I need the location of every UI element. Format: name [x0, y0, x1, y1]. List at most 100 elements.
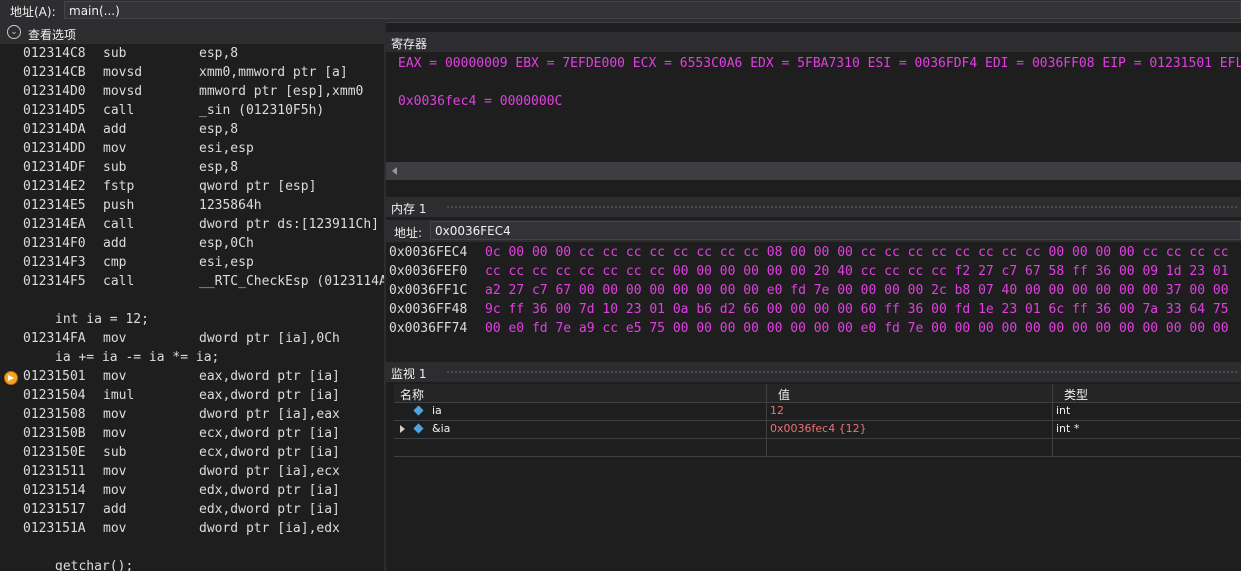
disassembly-line[interactable]: 01231508 mov dword ptr [ia],eax [0, 407, 384, 426]
watch-empty-row[interactable] [394, 439, 1241, 457]
disassembly-line[interactable]: 0123151A mov dword ptr [ia],edx [0, 521, 384, 540]
memory-title-bar[interactable]: 内存 1 [386, 197, 1241, 217]
disassembly-line[interactable]: 01231514 mov edx,dword ptr [ia] [0, 483, 384, 502]
instruction-address: 01231504 [23, 388, 86, 403]
instruction-operands: ecx,dword ptr [ia] [199, 445, 340, 460]
instruction-operands: esi,esp [199, 255, 254, 270]
watch-name[interactable]: &ia [432, 422, 450, 435]
memory-row-address: 0x0036FEF0 [389, 264, 468, 279]
chevron-down-icon[interactable]: ⌄ [7, 25, 21, 39]
instruction-operands: 1235864h [199, 198, 262, 213]
instruction-address: 0123150E [23, 445, 86, 460]
registers-line: EAX = 00000009 EBX = 7EFDE000 ECX = 6553… [398, 56, 1241, 71]
disassembly-line[interactable]: 012314E5 push 1235864h [0, 198, 384, 217]
instruction-operands: edx,dword ptr [ia] [199, 483, 340, 498]
disassembly-line[interactable]: 01231511 mov dword ptr [ia],ecx [0, 464, 384, 483]
memory-address-label: 地址: [394, 226, 423, 240]
memory-address-input[interactable]: 0x0036FEC4 [430, 221, 1241, 240]
disassembly-line[interactable]: 012314CB movsd xmm0,mmword ptr [a] [0, 65, 384, 84]
scroll-left-icon[interactable] [392, 167, 397, 175]
instruction-address: 012314DD [23, 141, 86, 156]
instruction-operands: eax,dword ptr [ia] [199, 369, 340, 384]
address-combo[interactable]: main(...) [64, 1, 1241, 19]
instruction-mnemonic: sub [103, 46, 127, 61]
header-name[interactable]: 名称 [400, 386, 424, 403]
instruction-mnemonic: sub [103, 445, 127, 460]
memory-row-bytes[interactable]: 00 e0 fd 7e a9 cc e5 75 00 00 00 00 00 0… [485, 321, 1229, 336]
instruction-mnemonic: mov [103, 464, 127, 479]
column-divider[interactable] [766, 384, 767, 456]
address-bar: 地址(A): main(...) [0, 0, 1241, 23]
disassembly-line[interactable]: 012314DF sub esp,8 [0, 160, 384, 179]
instruction-operands: edx,dword ptr [ia] [199, 502, 340, 517]
watch-title-bar[interactable]: 监视 1 [386, 362, 1241, 382]
watch-row[interactable]: ia 12 int [394, 403, 1241, 421]
disassembly-line[interactable]: 012314C8 sub esp,8 [0, 46, 384, 65]
watch-title: 监视 1 [391, 367, 427, 381]
registers-title-bar[interactable]: 寄存器 [386, 32, 1241, 52]
disassembly-line[interactable]: 012314D5 call _sin (012310F5h) [0, 103, 384, 122]
memory-row-bytes[interactable]: a2 27 c7 67 00 00 00 00 00 00 00 00 e0 f… [485, 283, 1229, 298]
instruction-address: 012314D0 [23, 84, 86, 99]
disassembly-line[interactable]: 012314EA call dword ptr ds:[123911Ch] [0, 217, 384, 236]
disassembly-line[interactable]: 0123150E sub ecx,dword ptr [ia] [0, 445, 384, 464]
source-line[interactable]: ia += ia -= ia *= ia; [0, 350, 384, 369]
disassembly-line[interactable]: 012314DA add esp,8 [0, 122, 384, 141]
disassembly-line[interactable]: 012314E2 fstp qword ptr [esp] [0, 179, 384, 198]
disassembly-view[interactable]: 012314C8 sub esp,8 012314CB movsd xmm0,mmword… [0, 44, 384, 571]
disassembly-line[interactable]: 01231501 mov eax,dword ptr [ia] [0, 369, 384, 388]
source-line[interactable] [0, 540, 384, 559]
instruction-operands: esi,esp [199, 141, 254, 156]
instruction-address: 01231508 [23, 407, 86, 422]
instruction-operands: esp,0Ch [199, 236, 254, 251]
instruction-address: 01231511 [23, 464, 86, 479]
source-line[interactable]: getchar(); [0, 559, 384, 571]
column-divider[interactable] [1052, 384, 1053, 456]
source-line[interactable] [0, 293, 384, 312]
instruction-mnemonic: fstp [103, 179, 135, 194]
watch-panel: 监视 1 名称 值 类型 ia 12 int &ia 0x0036fec4 {12} in… [386, 362, 1241, 571]
instruction-mnemonic: movsd [103, 65, 143, 80]
memory-row-address: 0x0036FF1C [389, 283, 468, 298]
instruction-address: 012314E2 [23, 179, 86, 194]
instruction-address: 012314FA [23, 331, 86, 346]
source-text: int ia = 12; [55, 312, 149, 327]
disassembly-line[interactable]: 012314F0 add esp,0Ch [0, 236, 384, 255]
instruction-address: 012314EA [23, 217, 86, 232]
watch-value[interactable]: 0x0036fec4 {12} [770, 422, 867, 435]
title-grip [446, 205, 1237, 209]
disassembly-line[interactable]: 012314DD mov esi,esp [0, 141, 384, 160]
instruction-operands: eax,dword ptr [ia] [199, 388, 340, 403]
instruction-operands: esp,8 [199, 46, 239, 61]
disassembly-line[interactable]: 012314FA mov dword ptr [ia],0Ch [0, 331, 384, 350]
disassembly-line[interactable]: 012314F5 call __RTC_CheckEsp (0123114A [0, 274, 384, 293]
disassembly-line[interactable]: 01231517 add edx,dword ptr [ia] [0, 502, 384, 521]
instruction-mnemonic: mov [103, 407, 127, 422]
instruction-operands: esp,8 [199, 160, 239, 175]
disassembly-line[interactable]: 012314D0 movsd mmword ptr [esp],xmm0 [0, 84, 384, 103]
memory-row-bytes[interactable]: cc cc cc cc cc cc cc cc 00 00 00 00 00 0… [485, 264, 1229, 279]
header-value[interactable]: 值 [778, 386, 790, 403]
view-options-bar[interactable]: ⌄ 查看选项 [0, 22, 384, 44]
watch-type: int [1056, 404, 1071, 417]
memory-row-bytes[interactable]: 0c 00 00 00 cc cc cc cc cc cc cc cc 08 0… [485, 245, 1229, 260]
source-line[interactable]: int ia = 12; [0, 312, 384, 331]
source-text: ia += ia -= ia *= ia; [55, 350, 220, 365]
variable-icon [413, 405, 424, 416]
header-type[interactable]: 类型 [1064, 386, 1088, 403]
watch-name[interactable]: ia [432, 404, 442, 417]
memory-row-bytes[interactable]: 9c ff 36 00 7d 10 23 01 0a b6 d2 66 00 0… [485, 302, 1229, 317]
instruction-operands: xmm0,mmword ptr [a] [199, 65, 348, 80]
watch-value[interactable]: 12 [770, 404, 784, 417]
disassembly-line[interactable]: 0123150B mov ecx,dword ptr [ia] [0, 426, 384, 445]
disassembly-line[interactable]: 012314F3 cmp esi,esp [0, 255, 384, 274]
disassembly-line[interactable]: 01231504 imul eax,dword ptr [ia] [0, 388, 384, 407]
instruction-mnemonic: sub [103, 160, 127, 175]
expand-arrow-icon[interactable] [400, 425, 405, 433]
instruction-mnemonic: add [103, 236, 127, 251]
registers-horizontal-scrollbar[interactable] [386, 162, 1241, 180]
instruction-address: 012314D5 [23, 103, 86, 118]
watch-row[interactable]: &ia 0x0036fec4 {12} int * [394, 421, 1241, 439]
source-text: getchar(); [55, 559, 134, 571]
instruction-operands: _sin (012310F5h) [199, 103, 325, 118]
